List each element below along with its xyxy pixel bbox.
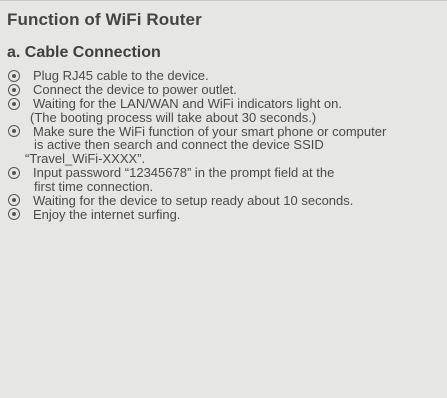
list-item: Waiting for the device to setup ready ab… <box>8 194 443 208</box>
list-item: Plug RJ45 cable to the device. <box>8 69 443 83</box>
bullet-icon <box>8 69 20 82</box>
item-line: Waiting for the device to setup ready ab… <box>33 192 354 208</box>
section-heading: a. Cable Connection <box>7 44 161 61</box>
item-line: “Travel_WiFi-XXXX”. <box>25 151 146 167</box>
item-line: Make sure the WiFi function of your smar… <box>33 123 387 139</box>
item-line: Waiting for the LAN/WAN and WiFi indicat… <box>33 96 342 112</box>
bullet-icon <box>8 166 20 179</box>
item-line: Connect the device to power outlet. <box>33 82 237 98</box>
item-line: Enjoy the internet surfing. <box>33 206 181 222</box>
item-line: is active then search and connect the de… <box>34 137 324 153</box>
list-item: Input password “12345678” in the prompt … <box>8 166 443 193</box>
list-item-text: Waiting for the LAN/WAN and WiFi indicat… <box>30 96 443 125</box>
bullet-icon <box>8 194 20 207</box>
item-line: Input password “12345678” in the prompt … <box>33 165 335 181</box>
item-line: first time connection. <box>34 178 154 194</box>
bullet-icon <box>8 97 20 110</box>
bullet-icon <box>8 208 20 221</box>
list-item: Waiting for the LAN/WAN and WiFi indicat… <box>8 97 443 124</box>
page-title: Function of WiFi Router <box>7 10 202 29</box>
list-item: Make sure the WiFi function of your smar… <box>8 125 443 166</box>
list-item: Enjoy the internet surfing. <box>8 208 443 222</box>
manual-page: Function of WiFi Router a. Cable Connect… <box>0 0 447 398</box>
bullet-icon <box>8 125 20 138</box>
item-line: Plug RJ45 cable to the device. <box>33 68 209 83</box>
list-item-text: Enjoy the internet surfing. <box>33 208 443 222</box>
list-item-text: Connect the device to power outlet. <box>33 83 443 97</box>
list-item-text: Waiting for the device to setup ready ab… <box>33 194 443 208</box>
bullet-icon <box>8 83 20 96</box>
list-item-text: Plug RJ45 cable to the device. <box>33 69 443 83</box>
item-line: (The booting process will take about 30 … <box>30 109 317 125</box>
list-item-text: Input password “12345678” in the prompt … <box>33 166 443 193</box>
list-item: Connect the device to power outlet. <box>8 83 443 97</box>
list-item-text: Make sure the WiFi function of your smar… <box>25 123 443 166</box>
instruction-list: Plug RJ45 cable to the device. Connect t… <box>8 69 443 222</box>
